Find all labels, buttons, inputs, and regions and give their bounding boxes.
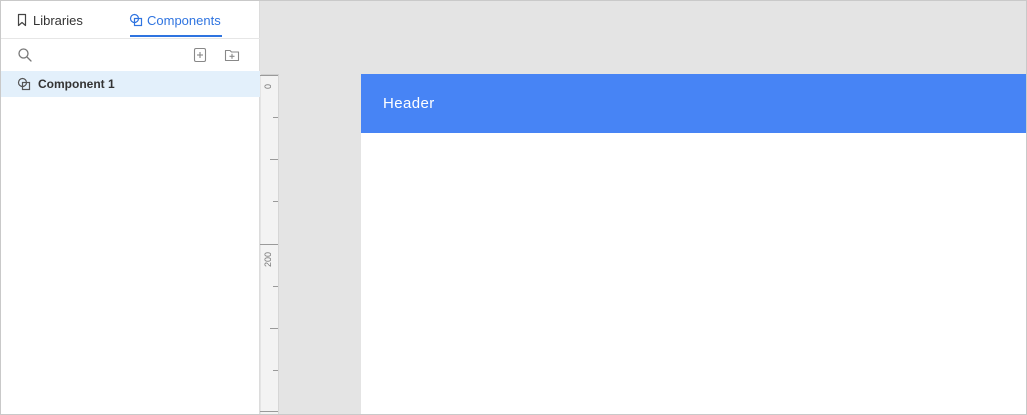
vertical-ruler: 0 200 xyxy=(260,1,279,414)
list-item[interactable]: Component 1 xyxy=(1,71,260,97)
sidebar: Libraries Components Component 1 xyxy=(1,1,260,414)
ruler-label: 0 xyxy=(263,83,273,89)
ruler-tick xyxy=(273,117,278,118)
add-folder-icon[interactable] xyxy=(224,47,240,63)
ruler-tick xyxy=(273,201,278,202)
list-item-label: Component 1 xyxy=(38,77,115,91)
bookmark-icon xyxy=(15,13,29,27)
app-window: Libraries Components Component 1 0 200 H… xyxy=(0,0,1027,415)
header-text: Header xyxy=(383,95,435,112)
tab-libraries[interactable]: Libraries xyxy=(15,1,83,39)
ruler-tick xyxy=(273,286,278,287)
ruler-offset-area xyxy=(261,1,279,75)
design-canvas[interactable]: Header xyxy=(280,1,1026,414)
search-icon[interactable] xyxy=(17,47,33,63)
sidebar-toolbar xyxy=(1,39,260,71)
ruler-tick xyxy=(270,159,278,160)
tab-components-label: Components xyxy=(147,12,221,28)
tab-components[interactable]: Components xyxy=(129,1,221,39)
components-icon xyxy=(129,13,143,27)
component-icon xyxy=(17,77,31,91)
ruler-tick xyxy=(260,244,278,245)
artboard[interactable]: Header xyxy=(361,74,1026,414)
sidebar-tabs: Libraries Components xyxy=(1,1,260,39)
add-component-icon[interactable] xyxy=(192,47,208,63)
ruler-tick xyxy=(270,328,278,329)
ruler-label: 200 xyxy=(263,251,273,267)
ruler-tick xyxy=(273,370,278,371)
ruler-tick xyxy=(260,75,278,76)
ruler-tick xyxy=(260,411,278,412)
active-tab-indicator xyxy=(130,35,222,37)
header-component[interactable]: Header xyxy=(361,74,1026,133)
tab-libraries-label: Libraries xyxy=(33,12,83,28)
